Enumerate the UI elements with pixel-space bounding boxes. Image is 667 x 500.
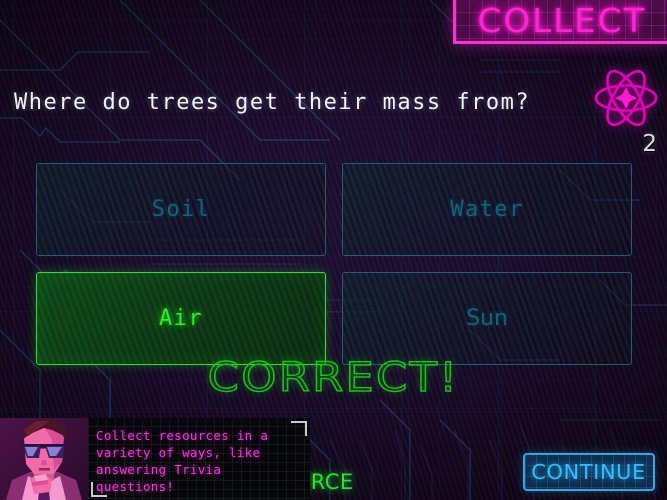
answer-label: Air — [159, 306, 203, 331]
resource-counter: 2 — [591, 62, 661, 157]
atom-icon — [594, 69, 658, 127]
avatar — [0, 418, 88, 500]
game-screen: COLLECT Where do trees get their mass fr… — [0, 0, 667, 500]
dialogue-text: Collect resources in a variety of ways, … — [96, 428, 269, 494]
page-title: COLLECT — [477, 1, 646, 40]
continue-button-label: CONTINUE — [531, 460, 647, 484]
answer-label: Water — [450, 197, 524, 222]
question-text: Where do trees get their mass from? — [14, 90, 531, 115]
dialogue-panel: Collect resources in a variety of ways, … — [0, 418, 310, 500]
corner-bracket-bottom-left-icon — [91, 482, 107, 497]
atom-core-star — [615, 87, 637, 109]
answer-option-sun[interactable]: Sun — [342, 272, 632, 365]
continue-button[interactable]: CONTINUE — [523, 453, 655, 491]
dialogue-box: Collect resources in a variety of ways, … — [88, 418, 310, 500]
corner-bracket-top-right-icon — [291, 421, 307, 436]
answer-label: Soil — [151, 197, 211, 222]
answer-grid: Soil Water Air Sun — [36, 163, 632, 365]
character-portrait-icon — [0, 418, 88, 500]
resource-count-value: 2 — [642, 131, 657, 157]
collect-header-panel: COLLECT — [453, 0, 667, 44]
answer-label: Sun — [466, 306, 508, 331]
answer-option-soil[interactable]: Soil — [36, 163, 326, 256]
answer-option-air[interactable]: Air — [36, 272, 326, 365]
answer-option-water[interactable]: Water — [342, 163, 632, 256]
